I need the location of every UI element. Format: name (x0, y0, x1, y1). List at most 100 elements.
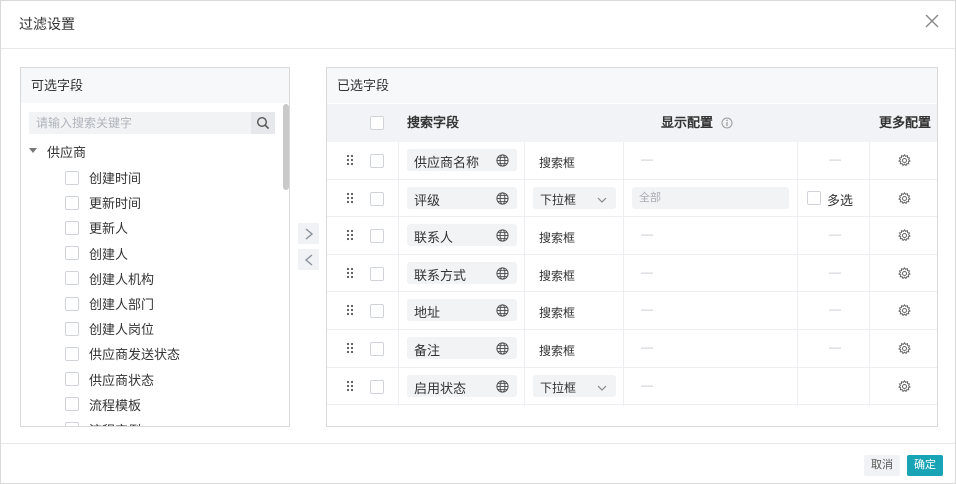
field-label: 创建人 (89, 246, 129, 262)
gear-icon[interactable] (898, 266, 911, 280)
row-checkbox[interactable] (370, 266, 384, 281)
tree-group-supplier[interactable]: 供应商 (27, 142, 86, 160)
drag-handle-icon[interactable] (346, 229, 354, 241)
column-divider (623, 142, 624, 406)
globe-icon[interactable] (496, 191, 509, 205)
multi-select-value: — (829, 340, 841, 354)
select-all-checkbox[interactable] (370, 116, 384, 130)
gear-icon[interactable] (898, 191, 911, 205)
globe-icon[interactable] (496, 229, 509, 242)
row-checkbox[interactable] (370, 342, 384, 356)
field-name: 评级 (414, 192, 441, 208)
list-item[interactable]: 更新人 (65, 215, 275, 240)
list-item[interactable]: 供应商发送状态 (65, 341, 275, 366)
drag-handle-icon[interactable] (346, 267, 354, 279)
field-name-chip[interactable]: 备注 (407, 337, 517, 359)
table-row: 联系人 搜索框 — — (327, 217, 937, 255)
list-item[interactable]: 创建人部门 (65, 291, 275, 316)
field-checkbox[interactable] (65, 422, 79, 426)
column-display-config: 显示配置 (661, 115, 714, 130)
column-divider (524, 142, 525, 406)
search-icon[interactable] (251, 112, 275, 134)
control-type-value: 搜索框 (539, 344, 576, 358)
globe-icon[interactable] (496, 154, 509, 167)
scrollbar[interactable] (283, 104, 289, 426)
row-checkbox[interactable] (370, 154, 384, 168)
globe-icon[interactable] (496, 379, 509, 393)
drag-handle-icon[interactable] (346, 192, 354, 204)
drag-handle-icon[interactable] (346, 342, 354, 354)
list-item[interactable]: 更新时间 (65, 190, 275, 215)
default-value-input[interactable]: 全部 (632, 186, 789, 209)
list-item[interactable]: 创建人 (65, 241, 275, 266)
gear-icon[interactable] (898, 304, 911, 317)
globe-icon[interactable] (496, 267, 509, 280)
list-item[interactable]: 创建时间 (65, 165, 275, 190)
caret-down-icon[interactable] (27, 145, 39, 157)
field-name-chip[interactable]: 联系方式 (407, 261, 517, 284)
control-type-value: 搜索框 (539, 156, 576, 170)
info-icon[interactable] (721, 117, 733, 129)
gear-icon[interactable] (898, 229, 911, 242)
row-checkbox[interactable] (370, 304, 384, 319)
field-checkbox[interactable] (65, 346, 79, 361)
gear-icon[interactable] (898, 153, 911, 167)
default-value: — (641, 227, 653, 242)
field-name-chip[interactable]: 地址 (407, 299, 517, 322)
field-label: 流程实例 (89, 420, 141, 426)
drag-handle-icon[interactable] (346, 154, 354, 166)
drag-handle-icon[interactable] (346, 380, 354, 392)
chevron-left-icon (304, 253, 312, 266)
chevron-down-icon (597, 193, 607, 203)
list-item[interactable]: 创建人岗位 (65, 316, 275, 341)
multi-select-checkbox[interactable] (807, 190, 821, 205)
scrollbar-thumb[interactable] (283, 104, 289, 190)
field-name-chip[interactable]: 启用状态 (407, 374, 517, 397)
field-checkbox[interactable] (65, 220, 79, 235)
field-name: 备注 (414, 343, 441, 358)
field-checkbox[interactable] (65, 296, 79, 311)
field-checkbox[interactable] (65, 170, 79, 185)
field-checkbox[interactable] (65, 195, 79, 210)
list-item[interactable]: 供应商状态 (65, 367, 275, 392)
confirm-button[interactable]: 确定 (907, 455, 943, 476)
move-right-button[interactable] (298, 223, 319, 244)
field-label: 创建人机构 (89, 271, 155, 287)
table-row: 地址 搜索框 — — (327, 292, 937, 330)
globe-icon[interactable] (496, 304, 509, 317)
field-checkbox[interactable] (65, 372, 79, 387)
control-type-select[interactable]: 下拉框 (533, 374, 616, 397)
list-item[interactable]: 创建人机构 (65, 266, 275, 291)
control-type-select[interactable]: 下拉框 (533, 186, 616, 209)
field-checkbox[interactable] (65, 246, 79, 261)
close-icon[interactable] (923, 12, 941, 30)
field-label: 创建时间 (89, 171, 142, 187)
drag-handle-icon[interactable] (346, 304, 354, 316)
field-name: 联系人 (414, 230, 454, 246)
dialog-title: 过滤设置 (19, 16, 75, 32)
field-label: 创建人部门 (89, 297, 155, 313)
move-left-button[interactable] (298, 249, 319, 270)
field-name-chip[interactable]: 联系人 (407, 224, 517, 247)
control-type-value: 搜索框 (539, 306, 576, 321)
field-checkbox[interactable] (65, 271, 79, 286)
row-checkbox[interactable] (370, 191, 384, 206)
list-item[interactable]: 流程实例 (65, 417, 275, 426)
list-item[interactable]: 流程模板 (65, 392, 275, 417)
column-divider (797, 142, 798, 406)
field-name-chip[interactable]: 评级 (407, 186, 517, 209)
search-input[interactable] (29, 112, 251, 134)
multi-select-value: — (829, 264, 841, 279)
field-checkbox[interactable] (65, 321, 79, 336)
field-label: 供应商状态 (89, 372, 155, 388)
control-type-value: 搜索框 (539, 231, 576, 246)
gear-icon[interactable] (898, 379, 911, 393)
row-checkbox[interactable] (370, 229, 384, 244)
row-checkbox[interactable] (370, 379, 384, 394)
cancel-button[interactable]: 取消 (864, 455, 900, 476)
field-name-chip[interactable]: 供应商名称 (407, 149, 517, 171)
globe-icon[interactable] (496, 342, 509, 355)
field-checkbox[interactable] (65, 397, 79, 412)
gear-icon[interactable] (898, 341, 911, 355)
field-label: 供应商发送状态 (89, 347, 181, 363)
